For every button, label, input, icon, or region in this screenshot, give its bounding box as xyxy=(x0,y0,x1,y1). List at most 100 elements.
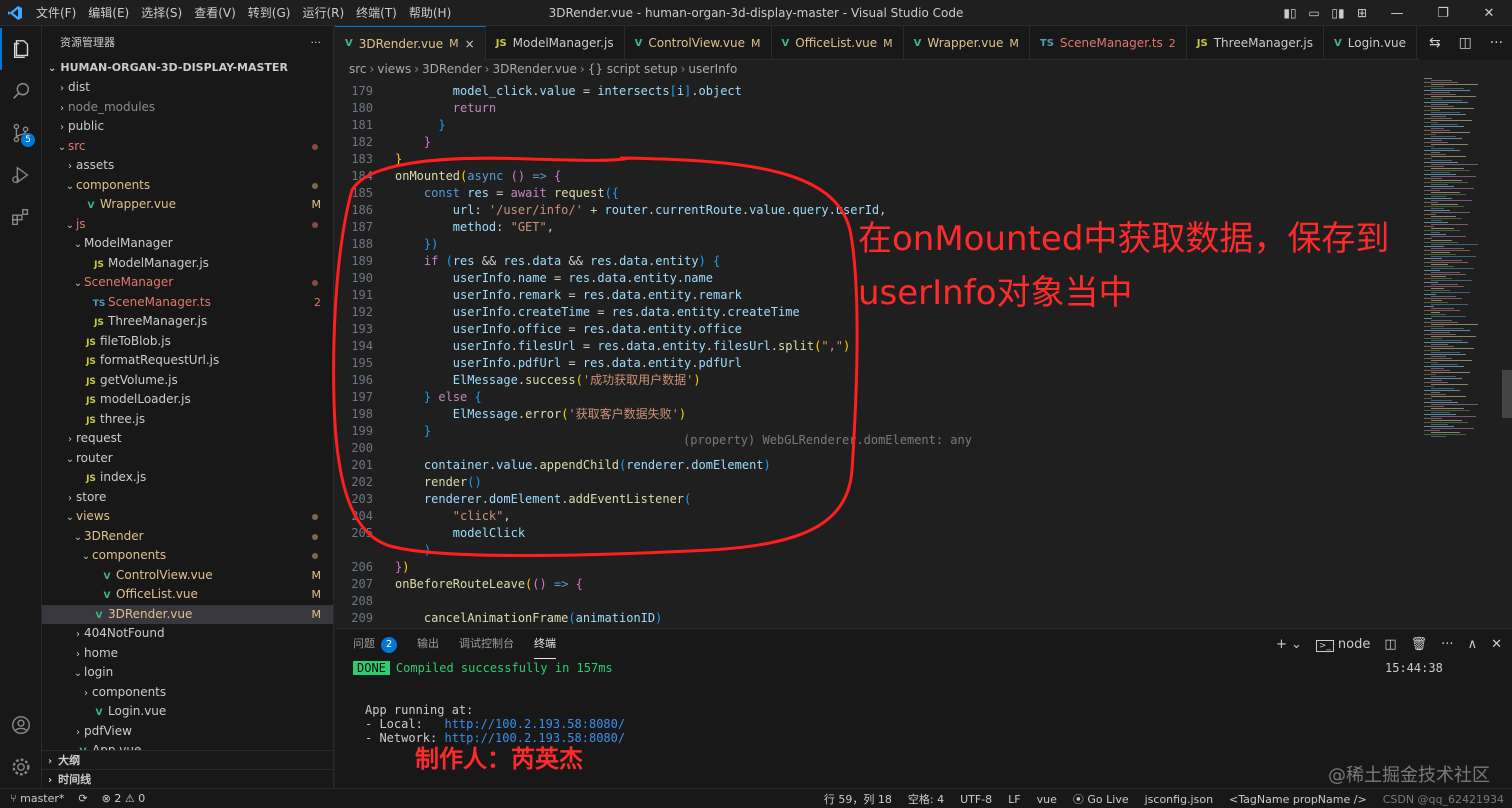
sync-icon[interactable]: ⟳ xyxy=(78,792,87,805)
breadcrumb-item[interactable]: userInfo xyxy=(688,62,737,76)
tree-file[interactable]: JSmodelLoader.js xyxy=(42,390,333,410)
close-panel-icon[interactable]: ✕ xyxy=(1491,637,1502,652)
more-panel-actions-icon[interactable]: ··· xyxy=(1441,637,1453,652)
tree-file[interactable]: JSfileToBlob.js xyxy=(42,332,333,352)
editor-tab[interactable]: TSSceneManager.ts2 xyxy=(1030,26,1187,60)
menu-item[interactable]: 帮助(H) xyxy=(403,0,457,26)
timeline-section[interactable]: ›时间线 xyxy=(42,769,334,788)
editor-tab[interactable]: VControlView.vueM xyxy=(625,26,772,60)
source-control-icon[interactable]: 5 xyxy=(0,112,42,154)
tree-folder[interactable]: ⌄js xyxy=(42,215,333,235)
tree-file[interactable]: V3DRender.vueM xyxy=(42,605,333,625)
toggle-sidebar-icon[interactable]: ▮▯ xyxy=(1278,6,1302,20)
tree-file[interactable]: TSSceneManager.ts2 xyxy=(42,293,333,313)
local-url-link[interactable]: http://100.2.193.58:8080/ xyxy=(444,717,625,731)
compare-changes-icon[interactable]: ⇆ xyxy=(1429,35,1441,51)
kill-terminal-icon[interactable]: 🗑 xyxy=(1411,637,1428,652)
tree-folder[interactable]: ⌄components xyxy=(42,546,333,566)
tree-folder[interactable]: ›public xyxy=(42,117,333,137)
extensions-icon[interactable] xyxy=(0,196,42,238)
tree-folder[interactable]: ›request xyxy=(42,429,333,449)
tree-file[interactable]: JSThreeManager.js xyxy=(42,312,333,332)
account-icon[interactable] xyxy=(0,704,42,746)
editor-tab[interactable]: V3DRender.vueM× xyxy=(335,26,486,60)
vertical-scrollbar[interactable] xyxy=(1500,78,1512,627)
tree-file[interactable]: JSindex.js xyxy=(42,468,333,488)
code-editor[interactable]: 179 model_click.value = intersects[i].ob… xyxy=(335,78,1512,627)
tree-folder[interactable]: ›assets xyxy=(42,156,333,176)
tree-folder[interactable]: ›components xyxy=(42,683,333,703)
tree-folder[interactable]: ⌄router xyxy=(42,449,333,469)
breadcrumb-item[interactable]: src xyxy=(349,62,367,76)
editor-tab[interactable]: VWrapper.vueM xyxy=(904,26,1030,60)
toggle-panel-icon[interactable]: ▭ xyxy=(1302,6,1326,20)
cursor-position[interactable]: 行 59，列 18 xyxy=(824,791,892,807)
tree-file[interactable]: JSModelManager.js xyxy=(42,254,333,274)
tree-folder[interactable]: ⌄3DRender xyxy=(42,527,333,547)
minimize-button[interactable]: — xyxy=(1374,6,1420,21)
language-mode[interactable]: vue xyxy=(1037,793,1057,806)
panel-tab[interactable]: 问题2 xyxy=(353,629,397,659)
panel-tab[interactable]: 终端 xyxy=(534,629,556,659)
tagname-indicator[interactable]: <TagName propName /> xyxy=(1229,793,1367,806)
indentation[interactable]: 空格: 4 xyxy=(908,791,944,807)
tree-file[interactable]: VLogin.vue xyxy=(42,702,333,722)
new-terminal-icon[interactable]: + ⌄ xyxy=(1276,637,1302,652)
tree-folder[interactable]: ›404NotFound xyxy=(42,624,333,644)
editor-tab[interactable]: JSThreeManager.js xyxy=(1187,26,1324,60)
tree-folder[interactable]: ⌄ModelManager xyxy=(42,234,333,254)
tree-folder[interactable]: ›dist xyxy=(42,78,333,98)
tree-folder[interactable]: ⌄views xyxy=(42,507,333,527)
customize-layout-icon[interactable]: ⊞ xyxy=(1350,6,1374,20)
editor-tab[interactable]: JSModelManager.js xyxy=(486,26,625,60)
tree-file[interactable]: VOfficeList.vueM xyxy=(42,585,333,605)
menu-item[interactable]: 选择(S) xyxy=(135,0,188,26)
maximize-panel-icon[interactable]: ∧ xyxy=(1468,637,1478,652)
close-tab-icon[interactable]: × xyxy=(465,37,475,51)
go-live-button[interactable]: ⦿ Go Live xyxy=(1073,791,1129,807)
terminal-shell-label[interactable]: >_node xyxy=(1316,637,1371,652)
tree-file[interactable]: VWrapper.vueM xyxy=(42,195,333,215)
encoding[interactable]: UTF-8 xyxy=(960,793,992,806)
panel-tab[interactable]: 调试控制台 xyxy=(459,629,514,659)
tree-folder[interactable]: ›store xyxy=(42,488,333,508)
editor-tab[interactable]: VOfficeList.vueM xyxy=(772,26,904,60)
close-window-button[interactable]: ✕ xyxy=(1466,6,1512,21)
menu-item[interactable]: 运行(R) xyxy=(296,0,350,26)
tree-file[interactable]: JSgetVolume.js xyxy=(42,371,333,391)
search-icon[interactable] xyxy=(0,70,42,112)
panel-tab[interactable]: 输出 xyxy=(417,629,439,659)
jsconfig-indicator[interactable]: jsconfig.json xyxy=(1145,793,1213,806)
breadcrumb-item[interactable]: views xyxy=(377,62,411,76)
breadcrumb-item[interactable]: 3DRender xyxy=(422,62,482,76)
eol[interactable]: LF xyxy=(1008,793,1020,806)
workspace-root[interactable]: ⌄HUMAN-ORGAN-3D-DISPLAY-MASTER xyxy=(42,58,333,78)
breadcrumb-item[interactable]: {} script setup xyxy=(588,62,678,76)
menu-item[interactable]: 编辑(E) xyxy=(82,0,135,26)
tree-folder[interactable]: ⌄src xyxy=(42,137,333,157)
tree-folder[interactable]: ›home xyxy=(42,644,333,664)
tree-file[interactable]: VControlView.vueM xyxy=(42,566,333,586)
settings-gear-icon[interactable] xyxy=(0,746,42,788)
more-editor-actions-icon[interactable]: ··· xyxy=(1490,35,1503,51)
more-actions-icon[interactable]: ··· xyxy=(311,36,322,49)
menu-item[interactable]: 终端(T) xyxy=(350,0,403,26)
tree-folder[interactable]: ›node_modules xyxy=(42,98,333,118)
tree-folder[interactable]: ›pdfView xyxy=(42,722,333,742)
run-debug-icon[interactable] xyxy=(0,154,42,196)
tree-folder[interactable]: ⌄SceneManager xyxy=(42,273,333,293)
toggle-secondary-sidebar-icon[interactable]: ▯▮ xyxy=(1326,6,1350,20)
tree-file[interactable]: JSthree.js xyxy=(42,410,333,430)
tree-file[interactable]: JSformatRequestUrl.js xyxy=(42,351,333,371)
problems-indicator[interactable]: ⊗ 2 ⚠ 0 xyxy=(102,792,146,805)
split-editor-icon[interactable]: ◫ xyxy=(1459,35,1472,51)
split-terminal-icon[interactable]: ◫ xyxy=(1384,637,1396,652)
outline-section[interactable]: ›大纲 xyxy=(42,750,334,769)
explorer-icon[interactable] xyxy=(0,28,42,70)
menu-item[interactable]: 查看(V) xyxy=(188,0,242,26)
restore-button[interactable]: ❐ xyxy=(1420,6,1466,21)
minimap[interactable] xyxy=(1420,78,1500,627)
tree-folder[interactable]: ⌄components xyxy=(42,176,333,196)
tree-folder[interactable]: ⌄login xyxy=(42,663,333,683)
branch-indicator[interactable]: ⑂ master* xyxy=(10,792,64,805)
